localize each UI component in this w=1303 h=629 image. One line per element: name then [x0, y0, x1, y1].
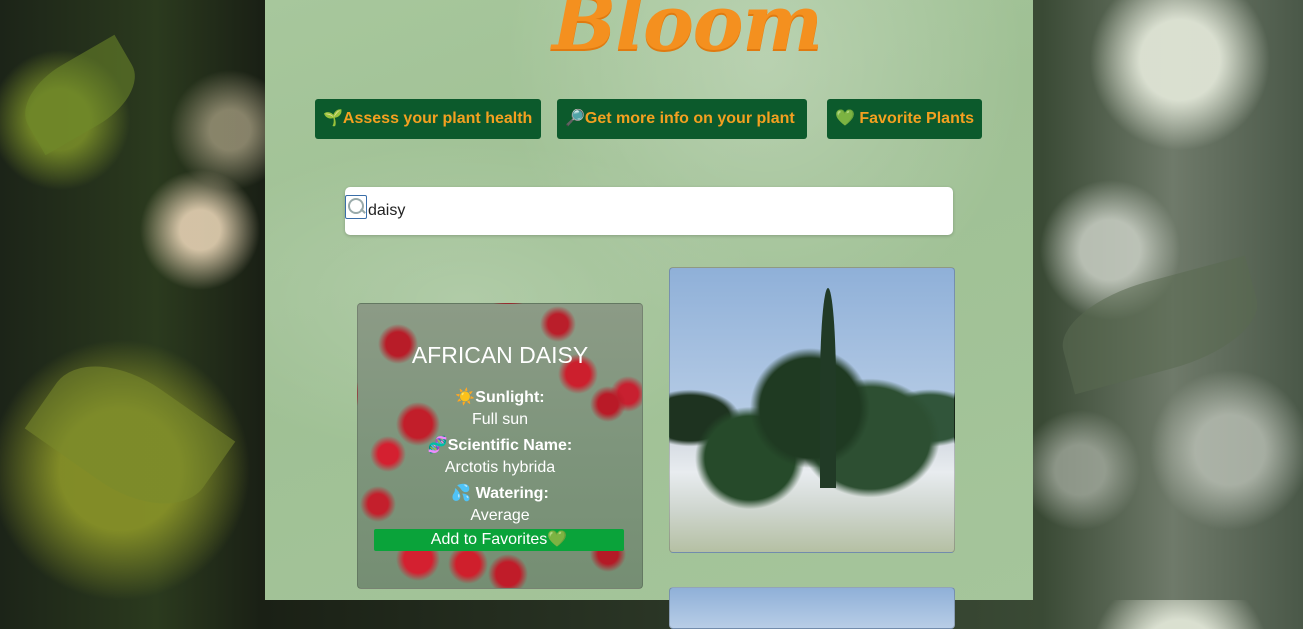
- favorite-plants-button[interactable]: 💚 Favorite Plants: [827, 99, 982, 139]
- plant-photo: [669, 587, 955, 629]
- plant-info-button[interactable]: 🔎Get more info on your plant: [557, 99, 807, 139]
- main-panel: Bloom 🌱Assess your plant health 🔎Get mor…: [265, 0, 1033, 629]
- tree-shape: [820, 288, 836, 488]
- sunlight-label: ☀️Sunlight:: [455, 389, 545, 406]
- plant-photo: [669, 267, 955, 553]
- plant-card: AFRICAN DAISY ☀️Sunlight: Full sun 🧬Scie…: [357, 303, 643, 589]
- assess-plant-health-button[interactable]: 🌱Assess your plant health: [315, 99, 541, 139]
- sunlight-value: Full sun: [471, 411, 529, 428]
- watering-value: Average: [470, 507, 530, 524]
- background-leaf: [10, 34, 150, 156]
- background-leaf: [1051, 255, 1269, 395]
- scientific-name-label: 🧬Scientific Name:: [427, 437, 573, 454]
- logo: Bloom: [552, 0, 823, 67]
- watering-label: 💦 Watering:: [451, 485, 549, 502]
- add-to-favorites-button[interactable]: Add to Favorites💚: [374, 529, 624, 551]
- plant-name: AFRICAN DAISY: [411, 342, 589, 368]
- search-icon[interactable]: [345, 195, 367, 219]
- scientific-name-value: Arctotis hybrida: [444, 459, 556, 476]
- search-input[interactable]: [368, 187, 938, 235]
- background-leaf: [24, 338, 236, 532]
- search-bar: [345, 187, 953, 235]
